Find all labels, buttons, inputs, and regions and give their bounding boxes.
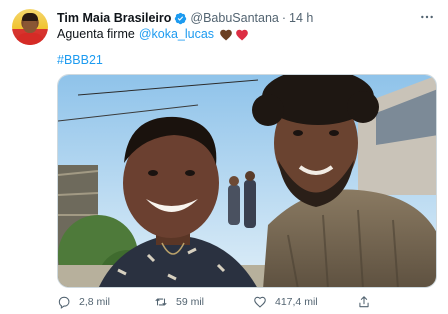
tweet-header: Tim Maia Brasileiro @BabuSantana · 14 h <box>57 10 313 26</box>
separator-dot: · <box>281 11 287 25</box>
reply-button[interactable]: 2,8 mil <box>57 293 110 311</box>
display-name[interactable]: Tim Maia Brasileiro <box>57 10 171 26</box>
avatar-hair <box>22 13 38 21</box>
hashtag-link[interactable]: #BBB21 <box>57 53 103 67</box>
mention-link[interactable]: @koka_lucas <box>139 26 214 43</box>
timestamp[interactable]: 14 h <box>289 10 313 26</box>
reply-count: 2,8 mil <box>79 296 110 308</box>
verified-badge-icon <box>174 12 187 25</box>
hashtag-line: #BBB21 <box>57 52 103 69</box>
tweet-photo[interactable] <box>57 74 437 288</box>
brown-heart-icon <box>219 28 233 42</box>
red-heart-icon <box>235 28 249 42</box>
share-button[interactable] <box>357 293 379 311</box>
user-handle[interactable]: @BabuSantana <box>190 10 278 26</box>
heart-icon <box>254 296 266 308</box>
tweet[interactable]: Tim Maia Brasileiro @BabuSantana · 14 h … <box>0 0 448 314</box>
tweet-text-body: Aguenta firme <box>57 27 135 41</box>
tweet-actions: 2,8 mil 59 mil 417,4 mil <box>57 293 387 311</box>
more-options-icon[interactable] <box>418 9 436 25</box>
avatar-shirt <box>16 33 44 45</box>
share-icon <box>359 296 369 308</box>
retweet-count: 59 mil <box>176 296 205 308</box>
like-button[interactable]: 417,4 mil <box>253 293 318 311</box>
retweet-button[interactable]: 59 mil <box>154 293 204 311</box>
reply-icon <box>58 296 70 309</box>
avatar[interactable] <box>12 9 48 45</box>
like-count: 417,4 mil <box>275 296 318 308</box>
retweet-icon <box>155 298 167 306</box>
tweet-text: Aguenta firme @koka_lucas <box>57 26 249 43</box>
